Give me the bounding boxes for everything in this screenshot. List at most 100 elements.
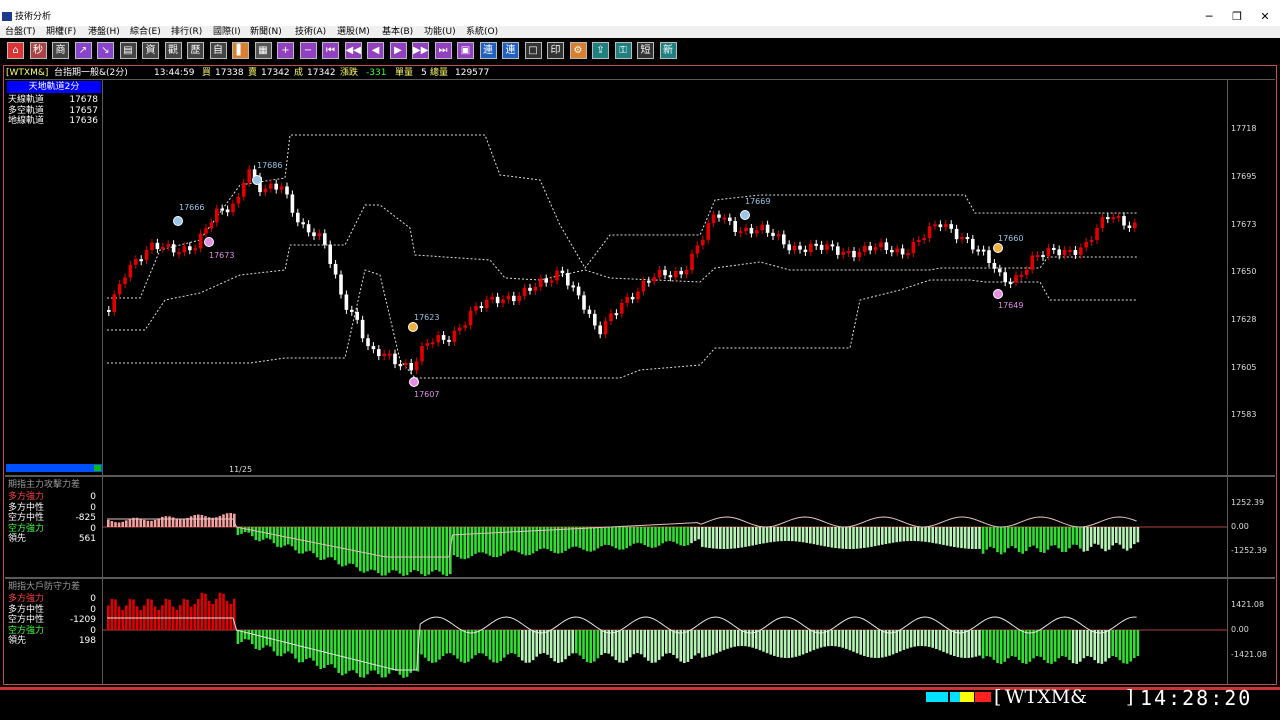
histogram-bar [611,630,614,657]
histogram-bar [290,630,294,654]
histogram-bar [819,527,823,546]
histogram-bar [877,630,880,658]
histogram-bar [859,630,862,655]
histogram-bar [632,630,636,655]
histogram-bar [989,630,992,657]
candle-body [333,263,338,275]
candle-body [938,224,943,228]
histogram-bar [380,630,384,678]
histogram-bar [859,527,862,549]
histogram-bar [974,527,978,549]
histogram-bar [902,527,906,542]
histogram-bar [495,527,499,558]
histogram-bar [1017,630,1021,660]
histogram-bar [121,609,124,630]
histogram-bar [218,592,222,630]
status-yellow-block [960,692,974,702]
histogram-bar [567,630,571,656]
histogram-bar [603,527,607,545]
histogram-bar [456,630,459,659]
candle-body [171,244,176,253]
signal-label: 17649 [998,301,1023,310]
candle-body [1057,249,1061,256]
candle-body [663,269,667,276]
histogram-bar [870,630,873,658]
histogram-bar [1125,527,1129,551]
histogram-bar [207,600,211,630]
candle-body [884,242,889,251]
histogram-bar [477,630,481,654]
histogram-bar [765,630,769,654]
histogram-bar [391,630,394,671]
status-bar: [ WTXM& ] 14:28:20 [0,686,1280,720]
histogram-bar [1107,630,1111,659]
histogram-bar [762,630,765,652]
histogram-bar [503,527,506,554]
histogram-bar [204,593,207,630]
histogram-bar [222,514,225,527]
histogram-bar [575,527,578,547]
histogram-bar [629,527,632,546]
histogram-bar [398,527,402,574]
chart-canvas[interactable]: 17666 17673 17686 17623 17607 17669 17660 17649 [0,0,1280,720]
histogram-bar [546,630,549,655]
histogram-bar [963,527,967,549]
histogram-bar [740,527,744,548]
candle-body [614,313,619,316]
histogram-bar [654,527,657,548]
histogram-bar [992,527,996,549]
histogram-bar [215,598,218,630]
histogram-bar [150,520,153,527]
candle-body [225,209,230,213]
histogram-bar [837,527,841,549]
candle-body [285,186,289,195]
histogram-bar [783,630,787,658]
histogram-bar [341,527,344,567]
histogram-bar [517,630,520,658]
candle-body [987,250,991,263]
candle-body [582,295,586,310]
histogram-bar [1079,630,1082,662]
histogram-bar [722,527,726,549]
histogram-bar [510,527,513,551]
histogram-bar [672,527,675,542]
candle-body [166,244,170,247]
candle-body [128,264,133,278]
histogram-bar [999,527,1003,555]
histogram-bar [251,630,254,645]
candle-body [539,278,543,287]
histogram-bar [960,630,963,658]
histogram-bar [809,527,812,544]
histogram-bar [1136,527,1140,543]
histogram-bar [647,527,650,547]
candle-body [134,259,138,265]
histogram-bar [787,527,790,542]
histogram-bar [164,516,168,527]
histogram-bar [1053,527,1057,546]
histogram-bar [733,630,736,647]
histogram-bar [614,630,618,660]
histogram-bar [830,527,834,548]
histogram-bar [143,519,146,527]
candle-body [1068,249,1072,252]
histogram-bar [218,515,222,527]
signal-marker-icon [204,237,214,247]
candle-body [420,345,424,362]
candle-body [495,296,500,304]
candle-body [366,338,370,347]
candle-body [900,248,905,255]
histogram-bar [683,527,686,547]
histogram-bar [564,527,567,551]
histogram-bar [1053,630,1057,662]
histogram-bar [1003,630,1006,662]
signal-marker-icon [993,289,1003,299]
histogram-bar [571,630,574,654]
histogram-bar [834,527,837,549]
histogram-bar [445,527,448,576]
histogram-bar [1057,527,1060,549]
status-bottom-strip [0,707,1280,720]
candle-body [668,275,673,278]
histogram-bar [456,527,459,558]
histogram-bar [708,527,711,549]
histogram-bar [657,527,661,546]
